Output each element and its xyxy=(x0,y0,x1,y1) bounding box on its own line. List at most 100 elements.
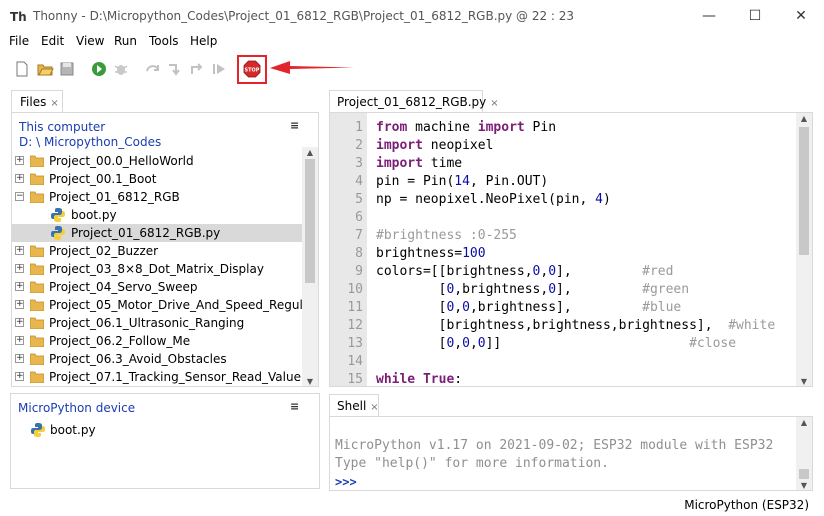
line-number: 8 xyxy=(355,246,363,261)
tree-item-label: Project_06.1_Ultrasonic_Ranging xyxy=(49,316,245,330)
new-file-icon[interactable] xyxy=(13,60,31,78)
shell-panel: Shell × MicroPython v1.17 on 2021-09-02; … xyxy=(328,393,814,491)
line-number: 11 xyxy=(347,300,363,315)
scroll-down-icon[interactable]: ▼ xyxy=(796,376,812,386)
shell-console[interactable]: MicroPython v1.17 on 2021-09-02; ESP32 m… xyxy=(329,416,813,491)
close-tab-icon[interactable]: × xyxy=(50,98,58,109)
close-tab-icon[interactable]: × xyxy=(490,98,498,109)
line-number: 14 xyxy=(347,354,363,369)
folder-item[interactable]: + Project_06.2_Follow_Me xyxy=(12,332,303,350)
expand-icon[interactable]: + xyxy=(15,264,24,273)
editor-scrollbar[interactable]: ▲ ▼ xyxy=(796,113,812,386)
expand-icon[interactable]: + xyxy=(15,174,24,183)
tree-item-label: Project_03_8×8_Dot_Matrix_Display xyxy=(49,262,264,276)
folder-item[interactable]: + Project_00.0_HelloWorld xyxy=(12,152,303,170)
thonny-logo-icon: Th xyxy=(10,10,26,24)
code-line: #brightness :0-255 xyxy=(376,228,517,243)
code-token: 0 xyxy=(462,300,470,315)
tab-editor-file[interactable]: Project_01_6812_RGB.py × xyxy=(329,90,499,112)
code-editor[interactable]: 1 2 3 4 5 6 7 8 9 10 11 12 13 14 15 from machine impor… xyxy=(329,112,813,387)
run-icon[interactable] xyxy=(90,60,108,78)
scroll-down-icon[interactable]: ▼ xyxy=(796,480,812,490)
code-token: 100 xyxy=(462,246,486,261)
expand-icon[interactable]: + xyxy=(15,318,24,327)
tree-item-label: Project_04_Servo_Sweep xyxy=(49,280,198,294)
files-panel-menu-icon[interactable]: ≡ xyxy=(290,119,299,132)
folder-item[interactable]: − Project_01_6812_RGB xyxy=(12,188,303,206)
expand-icon[interactable]: + xyxy=(15,336,24,345)
files-scroll-thumb[interactable] xyxy=(305,159,315,283)
tree-item-label: Project_02_Buzzer xyxy=(49,244,159,258)
scroll-up-icon[interactable]: ▲ xyxy=(796,417,812,429)
minimize-button[interactable]: — xyxy=(686,0,732,32)
folder-item[interactable]: + Project_04_Servo_Sweep xyxy=(12,278,303,296)
line-number: 4 xyxy=(355,174,363,189)
folder-item[interactable]: + Project_06.3_Avoid_Obstacles xyxy=(12,350,303,368)
menu-view[interactable]: View xyxy=(76,34,104,48)
step-into-icon[interactable] xyxy=(166,60,184,78)
debug-icon[interactable] xyxy=(112,60,130,78)
code-token: ], xyxy=(556,264,643,279)
menu-tools[interactable]: Tools xyxy=(149,34,179,48)
line-number: 5 xyxy=(355,192,363,207)
tree-item-label: boot.py xyxy=(71,208,117,222)
step-out-icon[interactable] xyxy=(188,60,206,78)
step-over-icon[interactable] xyxy=(144,60,162,78)
files-tree: This computer ≡ D: \ Micropython_Codes +… xyxy=(11,112,319,387)
line-number: 12 xyxy=(347,318,363,333)
collapse-icon[interactable]: − xyxy=(15,192,24,201)
save-icon[interactable] xyxy=(58,60,76,78)
line-number: 13 xyxy=(347,336,363,351)
folder-icon xyxy=(30,335,44,347)
open-file-icon[interactable] xyxy=(36,60,54,78)
close-window-button[interactable]: ✕ xyxy=(778,0,824,32)
editor-scroll-thumb[interactable] xyxy=(799,127,809,255)
shell-prompt[interactable]: >>> xyxy=(335,475,357,489)
close-icon: ✕ xyxy=(795,8,807,24)
code-token: , xyxy=(454,336,463,351)
menu-file[interactable]: File xyxy=(9,34,29,48)
folder-item[interactable]: + Project_03_8×8_Dot_Matrix_Display xyxy=(12,260,303,278)
python-file-icon xyxy=(31,423,45,437)
maximize-button[interactable]: ☐ xyxy=(732,0,778,32)
code-line: np = neopixel.NeoPixel(pin, 4) xyxy=(376,192,611,207)
file-item[interactable]: Project_01_6812_RGB.py xyxy=(12,224,303,242)
svg-text:Th: Th xyxy=(10,10,26,24)
folder-item[interactable]: + Project_00.1_Boot xyxy=(12,170,303,188)
expand-icon[interactable]: + xyxy=(15,300,24,309)
shell-scrollbar[interactable]: ▲ ▼ xyxy=(796,417,812,490)
expand-icon[interactable]: + xyxy=(15,282,24,291)
expand-icon[interactable]: + xyxy=(15,354,24,363)
code-token: Pin xyxy=(524,120,557,135)
scroll-up-icon[interactable]: ▲ xyxy=(796,113,812,125)
menu-help[interactable]: Help xyxy=(190,34,217,48)
folder-item[interactable]: + Project_05_Motor_Drive_And_Speed_Regula… xyxy=(12,296,318,314)
current-path-link[interactable]: D: \ Micropython_Codes xyxy=(19,135,161,149)
expand-icon[interactable]: + xyxy=(15,246,24,255)
folder-item[interactable]: + Project_06.1_Ultrasonic_Ranging xyxy=(12,314,303,332)
interpreter-status[interactable]: MicroPython (ESP32) xyxy=(684,498,809,512)
code-token: 0 xyxy=(477,336,486,351)
menu-run[interactable]: Run xyxy=(114,34,137,48)
menu-bar: File Edit View Run Tools Help xyxy=(0,32,824,52)
file-item[interactable]: boot.py xyxy=(12,206,303,224)
tab-files[interactable]: Files × xyxy=(11,90,63,112)
tree-item-label: boot.py xyxy=(50,423,96,437)
close-tab-icon[interactable]: × xyxy=(370,402,378,413)
expand-icon[interactable]: + xyxy=(15,372,24,381)
tab-shell[interactable]: Shell × xyxy=(329,394,379,416)
resume-icon[interactable] xyxy=(210,60,228,78)
shell-scroll-thumb[interactable] xyxy=(799,469,809,479)
menu-edit[interactable]: Edit xyxy=(41,34,64,48)
folder-item[interactable]: + Project_07.1_Tracking_Sensor_Read_Value xyxy=(12,368,303,386)
device-file-item[interactable]: boot.py xyxy=(11,421,302,439)
folder-item[interactable]: + Project_02_Buzzer xyxy=(12,242,303,260)
files-scrollbar[interactable]: ▲ ▼ xyxy=(302,147,318,386)
code-token: #close xyxy=(689,336,737,351)
code-token: while xyxy=(376,372,416,387)
scroll-down-icon[interactable]: ▼ xyxy=(302,376,318,386)
code-token: np = neopixel.NeoPixel(pin, xyxy=(376,192,596,207)
device-panel-menu-icon[interactable]: ≡ xyxy=(290,400,299,413)
scroll-up-icon[interactable]: ▲ xyxy=(302,147,318,159)
expand-icon[interactable]: + xyxy=(15,156,24,165)
